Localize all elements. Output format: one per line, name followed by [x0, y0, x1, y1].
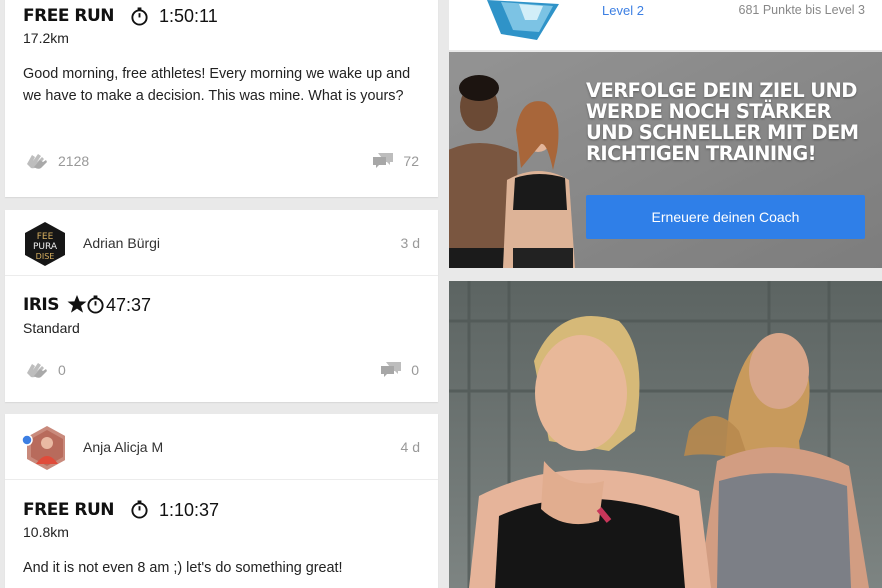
workout-name: FREE RUN — [23, 500, 114, 520]
comment-button[interactable]: 72 — [372, 152, 419, 170]
feed-card: Anja Alicja M 4 d FREE RUN 1:10:37 10.8k… — [5, 414, 438, 588]
promo-headline: Verfolge dein Ziel und werde noch stärke… — [586, 79, 859, 165]
renew-coach-button[interactable]: Erneuere deinen Coach — [586, 195, 865, 239]
star-icon — [67, 295, 87, 313]
card-header: Anja Alicja M 4 d — [5, 414, 438, 480]
comment-count: 0 — [411, 362, 419, 378]
author-name[interactable]: Anja Alicja M — [83, 439, 163, 455]
comment-button[interactable]: 0 — [380, 361, 419, 379]
svg-text:DISE: DISE — [36, 252, 55, 261]
post-age: 4 d — [400, 439, 420, 455]
workout-distance: 10.8km — [23, 524, 69, 540]
clap-icon — [27, 363, 47, 378]
post-age: 3 d — [400, 235, 420, 251]
avatar[interactable]: FEE PURA DISE — [23, 222, 67, 266]
level-badge — [487, 0, 559, 40]
clap-icon — [27, 154, 47, 169]
workout-time: 1:50:11 — [159, 6, 218, 26]
stopwatch-icon — [87, 295, 104, 314]
workout-name: FREE RUN — [23, 6, 114, 26]
clap-count: 0 — [58, 362, 66, 378]
activity-feed: FREE RUN 1:50:11 17.2km Good morning, fr… — [0, 0, 446, 588]
clap-button[interactable]: 0 — [25, 361, 66, 379]
workout-summary: FREE RUN 1:10:37 — [5, 498, 438, 524]
stopwatch-icon — [131, 500, 148, 519]
workout-time: 1:10:37 — [159, 500, 220, 520]
workout-variant: Standard — [23, 320, 80, 336]
workout-summary: IRIS 47:37 — [5, 293, 438, 319]
level-points: 681 Punkte bis Level 3 — [738, 3, 865, 17]
feed-card: FREE RUN 1:50:11 17.2km Good morning, fr… — [5, 0, 438, 197]
svg-text:PURA: PURA — [33, 242, 58, 252]
stopwatch-icon — [131, 7, 148, 26]
feed-card: FEE PURA DISE Adrian Bürgi 3 d IRIS 47:3… — [5, 210, 438, 402]
clap-button[interactable]: 2128 — [25, 152, 89, 170]
runners-image — [449, 281, 882, 588]
coach-promo: Verfolge dein Ziel und werde noch stärke… — [449, 52, 882, 268]
post-text: And it is not even 8 am ;) let's do some… — [23, 560, 343, 576]
post-text: Good morning, free athletes! Every morni… — [23, 66, 411, 104]
clap-count: 2128 — [58, 153, 90, 169]
level-progress: Level 2 681 Punkte bis Level 3 — [449, 0, 882, 50]
level-label[interactable]: Level 2 — [602, 3, 644, 18]
comment-icon — [373, 153, 394, 168]
svg-text:FEE: FEE — [37, 232, 54, 242]
workout-time: 47:37 — [106, 295, 152, 315]
card-header: FEE PURA DISE Adrian Bürgi 3 d — [5, 210, 438, 276]
workout-distance: 17.2km — [23, 30, 69, 46]
author-name[interactable]: Adrian Bürgi — [83, 235, 160, 251]
comment-count: 72 — [403, 153, 419, 169]
workout-name: IRIS — [23, 295, 59, 315]
comment-icon — [381, 362, 402, 377]
runners-photo — [449, 281, 882, 588]
avatar[interactable] — [21, 426, 65, 470]
workout-summary: FREE RUN 1:50:11 — [5, 4, 438, 30]
